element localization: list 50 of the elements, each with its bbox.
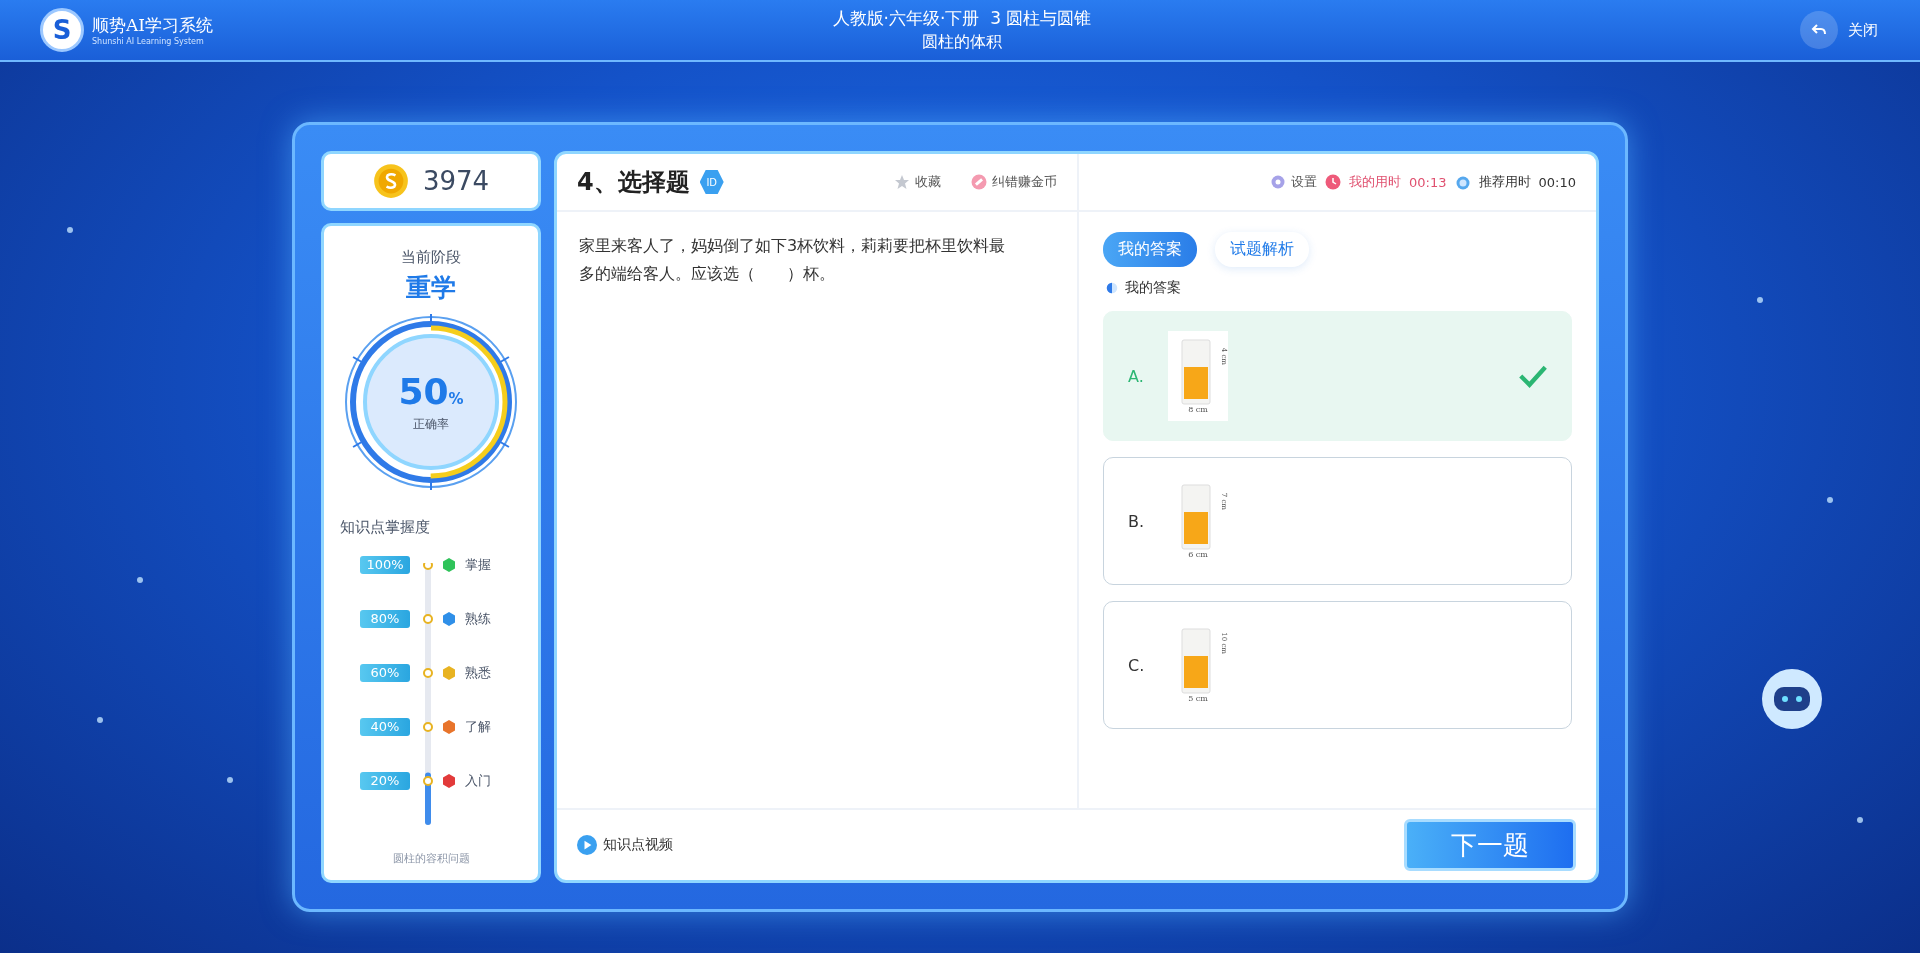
app-name: 顺势AI学习系统 xyxy=(92,14,213,37)
option-letter: C. xyxy=(1128,655,1146,675)
mastery-title: 知识点掌握度 xyxy=(340,518,430,537)
percent-tag: 40% xyxy=(360,718,410,736)
stage-label: 当前阶段 xyxy=(401,248,461,267)
level-name: 入门 xyxy=(465,772,491,790)
my-time-label: 我的用时 xyxy=(1349,173,1402,191)
percent-tag: 80% xyxy=(360,610,410,628)
report-error-button[interactable]: 纠错赚金币 xyxy=(971,173,1057,191)
coin-count: 3974 xyxy=(422,166,490,196)
coin-icon xyxy=(372,163,409,199)
answer-tab[interactable]: 试题解析 xyxy=(1215,232,1309,267)
half-circle-icon xyxy=(1105,281,1119,295)
accuracy-label: 正确率 xyxy=(413,416,449,433)
robot-mascot-icon[interactable] xyxy=(1760,667,1824,731)
favorite-button[interactable]: 收藏 xyxy=(894,173,941,191)
settings-icon xyxy=(1270,174,1287,190)
width-label: 5 cm xyxy=(1188,693,1208,703)
stopwatch-icon xyxy=(1454,174,1471,190)
recommended-time-label: 推荐用时 xyxy=(1478,173,1531,191)
play-icon xyxy=(577,835,597,855)
video-link[interactable]: 知识点视频 xyxy=(577,835,673,855)
stage-value: 重学 xyxy=(406,272,456,304)
logo-badge: S xyxy=(40,8,84,52)
percent-tag: 60% xyxy=(360,664,410,682)
recommended-time-value: 00:10 xyxy=(1538,174,1576,190)
star-icon xyxy=(894,174,910,190)
my-time-value: 00:13 xyxy=(1409,174,1447,190)
question-text: 家里来客人了，妈妈倒了如下3杯饮料，莉莉要把杯里饮料最多的端给客人。应该选（ ）杯。 xyxy=(578,235,1007,285)
option-letter: B. xyxy=(1128,511,1146,531)
settings-button[interactable]: 设置 xyxy=(1270,173,1318,191)
width-label: 8 cm xyxy=(1188,404,1208,414)
eraser-icon xyxy=(971,174,987,190)
app-subtitle: Shunshi AI Learning System xyxy=(92,37,205,46)
clock-icon xyxy=(1325,174,1342,190)
question-title: 4、选择题 xyxy=(577,167,690,198)
width-label: 6 cm xyxy=(1188,549,1208,559)
accuracy-value: 50% xyxy=(398,371,464,412)
percent-tag: 100% xyxy=(360,556,410,574)
level-name: 掌握 xyxy=(465,556,491,574)
lesson-title: 圆柱的体积 xyxy=(922,32,1002,53)
close-button[interactable]: 关闭 xyxy=(1584,10,1884,50)
option-letter: A. xyxy=(1128,366,1145,386)
answer-heading: 我的答案 xyxy=(1125,279,1181,297)
breadcrumb: 人教版·六年级·下册 3 圆柱与圆锥 xyxy=(832,7,1092,30)
topic-name: 圆柱的容积问题 xyxy=(392,851,470,866)
level-name: 了解 xyxy=(465,718,491,736)
level-name: 熟练 xyxy=(465,610,491,628)
percent-tag: 20% xyxy=(360,772,410,790)
level-name: 熟悉 xyxy=(465,664,491,682)
